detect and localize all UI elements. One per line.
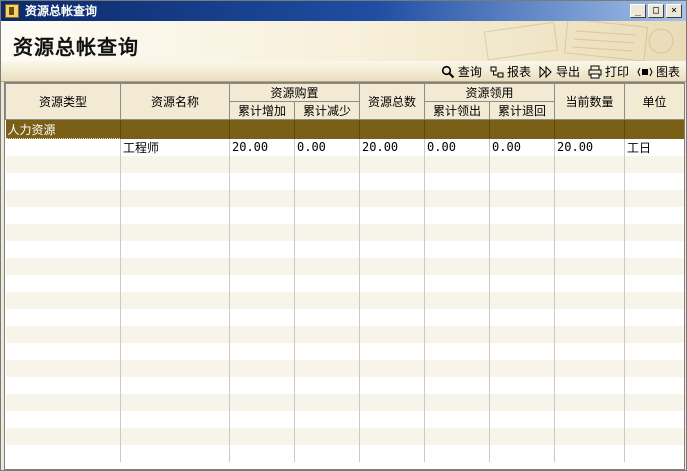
chart-icon: [637, 67, 653, 76]
empty-row[interactable]: [5, 360, 684, 377]
query-button[interactable]: 查询: [441, 63, 482, 80]
header-name[interactable]: 资源名称: [120, 83, 230, 120]
header-cum-return[interactable]: 累计退回: [489, 101, 556, 120]
empty-row[interactable]: [5, 224, 684, 241]
header-unit[interactable]: 单位: [624, 83, 684, 120]
empty-row[interactable]: [5, 190, 684, 207]
toolbar: 查询 报表 导出 打印 图表: [1, 61, 686, 82]
cell-name: 工程师: [120, 138, 230, 156]
report-button[interactable]: 报表: [490, 63, 531, 80]
export-label: 导出: [555, 65, 580, 79]
empty-row[interactable]: [5, 394, 684, 411]
cell-cum-out: 0.00: [424, 138, 491, 156]
header-total[interactable]: 资源总数: [359, 83, 426, 120]
cell-total: 20.00: [359, 138, 426, 156]
empty-row[interactable]: [5, 207, 684, 224]
empty-row[interactable]: [5, 241, 684, 258]
report-label: 报表: [506, 65, 531, 79]
empty-row[interactable]: [5, 309, 684, 326]
close-button[interactable]: ×: [666, 4, 682, 18]
banner-decoration: [483, 21, 674, 61]
empty-row[interactable]: [5, 445, 684, 462]
window-controls: _ □ ×: [630, 4, 682, 18]
header-current[interactable]: 当前数量: [554, 83, 626, 120]
empty-row[interactable]: [5, 377, 684, 394]
header-banner: 资源总帐查询: [1, 21, 686, 61]
header-cum-increase[interactable]: 累计增加: [229, 101, 295, 120]
header-cum-out[interactable]: 累计领出: [424, 101, 491, 120]
app-window: 资源总帐查询 _ □ × 资源总帐查询 查询 报表 导出 打印 图表 资源类型 …: [0, 0, 687, 471]
cell-cum-increase: 20.00: [229, 138, 295, 156]
search-icon: [441, 65, 455, 78]
group-label: 人力资源: [5, 119, 121, 139]
empty-row[interactable]: [5, 428, 684, 445]
app-icon: [5, 4, 19, 18]
print-button[interactable]: 打印: [588, 63, 629, 80]
empty-row[interactable]: [5, 292, 684, 309]
printer-icon: [588, 65, 602, 78]
window-title: 资源总帐查询: [25, 4, 98, 18]
export-icon: [539, 65, 552, 78]
minimize-button[interactable]: _: [630, 4, 646, 18]
empty-row[interactable]: [5, 156, 684, 173]
cell-current: 20.00: [554, 138, 626, 156]
table-row[interactable]: 工程师 20.00 0.00 20.00 0.00 0.00 20.00 工日: [5, 138, 684, 156]
report-icon: [490, 66, 504, 77]
cell-type: [5, 138, 121, 156]
chart-button[interactable]: 图表: [637, 63, 680, 80]
empty-row[interactable]: [5, 173, 684, 190]
query-label: 查询: [457, 65, 482, 79]
group-row[interactable]: 人力资源: [5, 119, 684, 139]
empty-row[interactable]: [5, 275, 684, 292]
print-label: 打印: [604, 65, 629, 79]
title-bar[interactable]: 资源总帐查询 _ □ ×: [1, 1, 686, 21]
empty-row[interactable]: [5, 411, 684, 428]
empty-row[interactable]: [5, 343, 684, 360]
empty-row[interactable]: [5, 258, 684, 275]
header-cum-decrease[interactable]: 累计减少: [293, 101, 361, 120]
ledger-grid[interactable]: 资源类型 资源名称 资源购置 资源总数 资源领用 当前数量 单位 累计增加 累计…: [4, 82, 685, 470]
cell-cum-return: 0.00: [489, 138, 556, 156]
export-button[interactable]: 导出: [539, 63, 580, 80]
header-usage: 资源领用: [424, 83, 556, 102]
empty-row[interactable]: [5, 326, 684, 343]
cell-unit: 工日: [624, 138, 684, 156]
header-purchase: 资源购置: [228, 83, 361, 102]
header-type[interactable]: 资源类型: [5, 83, 121, 120]
maximize-button[interactable]: □: [648, 4, 664, 18]
cell-cum-decrease: 0.00: [294, 138, 361, 156]
page-title: 资源总帐查询: [13, 35, 139, 59]
chart-label: 图表: [655, 65, 680, 79]
ledger-table: 资源类型 资源名称 资源购置 资源总数 资源领用 当前数量 单位 累计增加 累计…: [5, 83, 684, 462]
